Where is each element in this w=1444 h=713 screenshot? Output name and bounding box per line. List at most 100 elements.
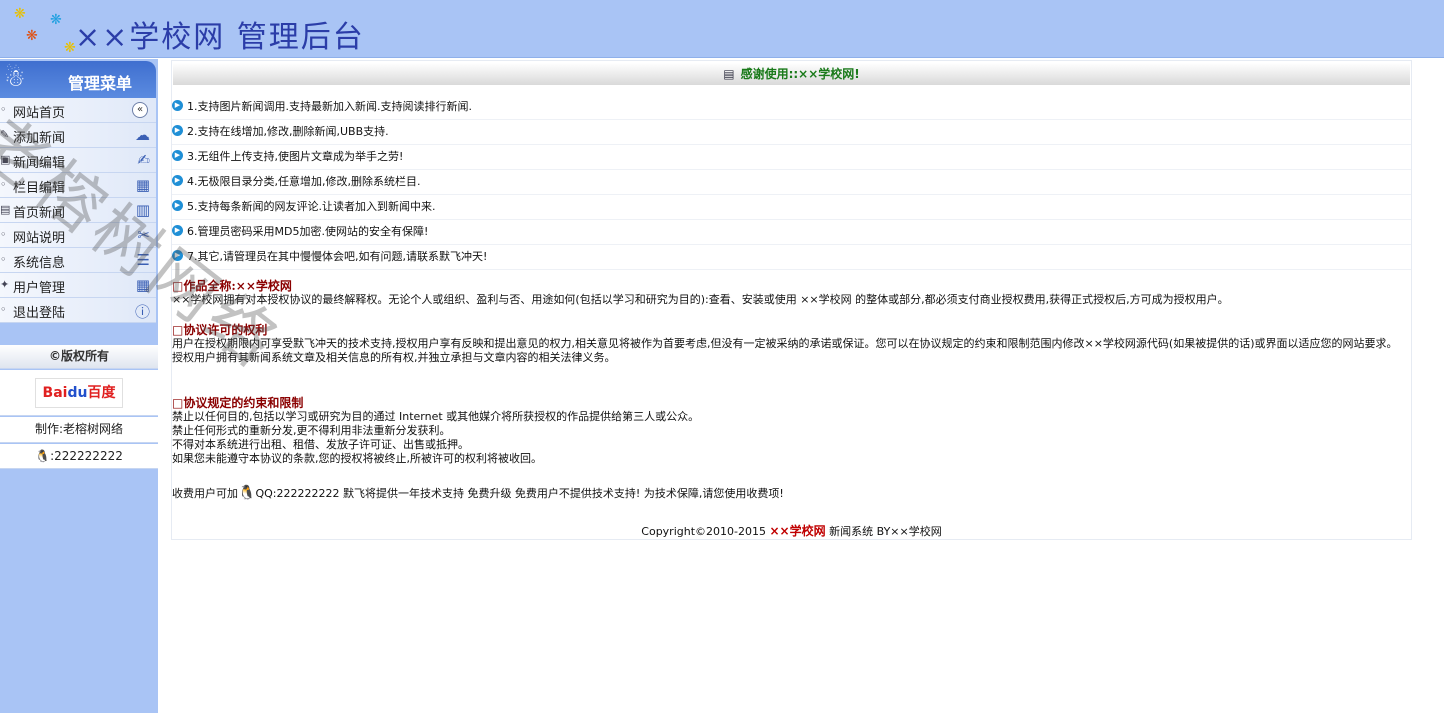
paw-icon: ❋ xyxy=(26,28,38,44)
collapse-icon[interactable]: « xyxy=(132,102,148,118)
arrow-bullet-icon: ▶ xyxy=(172,250,183,261)
section-text: 如果您未能遵守本协议的条款,您的授权将被终止,所被许可的权利将被收回。 xyxy=(172,452,542,465)
header-bar: ❋ ❋ ❋ ❋ ××学校网 管理后台 xyxy=(0,0,1444,58)
sidebar-item-home[interactable]: ◦ 网站首页 « xyxy=(0,98,156,123)
sidebar-item-label: 系统信息 xyxy=(13,256,66,271)
footer-suffix: 新闻系统 BY××学校网 xyxy=(829,525,942,538)
page-icon: ▥ xyxy=(135,201,150,219)
sidebar-item-label: 新闻编辑 xyxy=(13,156,66,171)
bullet-icon: ◦ xyxy=(0,103,7,116)
footer-brand-link[interactable]: ××学校网 xyxy=(770,524,826,538)
feature-text: 6.管理员密码采用MD5加密.使网站的安全有保障! xyxy=(187,225,429,238)
sidebar-item-home-news[interactable]: ▤ 首页新闻 ▥ xyxy=(0,198,156,223)
sidebar-item-label: 添加新闻 xyxy=(13,131,66,146)
list-item: ▶ 5.支持每条新闻的网友评论.让读者加入到新闻中来. xyxy=(172,195,1411,220)
paw-icon: ❋ xyxy=(14,6,26,22)
feature-text: 5.支持每条新闻的网友评论.让读者加入到新闻中来. xyxy=(187,200,436,213)
sidebar-item-logout[interactable]: ◦ 退出登陆 ⓘ xyxy=(0,298,156,323)
folder-icon: ▦ xyxy=(135,176,150,194)
section-heading: □协议许可的权利 xyxy=(172,323,268,337)
calendar-icon: ▦ xyxy=(135,276,150,294)
paid-user-note: 收费用户可加🐧QQ:222222222 默飞将提供一年技术支持 免费升级 免费用… xyxy=(172,485,784,501)
bullet-icon: ▣ xyxy=(0,153,11,166)
menu-title: 管理菜单 xyxy=(68,74,133,93)
menu-list: ◦ 网站首页 « ✎ 添加新闻 ☁ ▣ 新闻编辑 ✍ ◦ 栏目编辑 ▦ ▤ 首页… xyxy=(0,98,156,323)
main-panel: ▤ 感谢使用::××学校网! ▶ 1.支持图片新闻调用.支持最新加入新闻.支持阅读排… xyxy=(171,60,1412,540)
bullet-icon: ✦ xyxy=(0,278,10,291)
paid-prefix: 收费用户可加 xyxy=(172,487,238,500)
feature-text: 2.支持在线增加,修改,删除新闻,UBB支持. xyxy=(187,125,389,138)
sidebar-item-label: 网站首页 xyxy=(13,106,66,121)
stack-icon: ☰ xyxy=(136,251,150,269)
arrow-bullet-icon: ▶ xyxy=(172,150,183,161)
bullet-icon: ▤ xyxy=(0,203,11,216)
sidebar-item-user-admin[interactable]: ✦ 用户管理 ▦ xyxy=(0,273,156,298)
copyright-header: ©版权所有 xyxy=(0,345,158,369)
sidebar-item-label: 退出登陆 xyxy=(13,306,66,321)
qq-contact[interactable]: 🐧:222222222 xyxy=(0,444,158,469)
bullet-icon: ◦ xyxy=(0,253,7,266)
bullet-icon: ◦ xyxy=(0,228,7,241)
arrow-bullet-icon: ▶ xyxy=(172,200,183,211)
bullet-icon: ◦ xyxy=(0,178,7,191)
menu-header: ☃ 管理菜单 xyxy=(0,61,156,98)
arrow-bullet-icon: ▶ xyxy=(172,175,183,186)
feature-text: 3.无组件上传支持,使图片文章成为举手之劳! xyxy=(187,150,404,163)
bullet-icon: ◦ xyxy=(0,303,7,316)
feature-text: 4.无极限目录分类,任意增加,修改,删除系统栏目. xyxy=(187,175,421,188)
section-heading: □作品全称:××学校网 xyxy=(172,279,292,293)
list-item: ▶ 2.支持在线增加,修改,删除新闻,UBB支持. xyxy=(172,120,1411,145)
list-item: ▶ 4.无极限目录分类,任意增加,修改,删除系统栏目. xyxy=(172,170,1411,195)
qq-penguin-icon: 🐧 xyxy=(35,449,51,463)
list-item: ▶ 6.管理员密码采用MD5加密.使网站的安全有保障! xyxy=(172,220,1411,245)
qq-number: :222222222 xyxy=(50,449,123,463)
sidebar-item-label: 网站说明 xyxy=(13,231,66,246)
license-section-rights: □协议许可的权利 用户在授权期限内可享受默飞冲天的技术支持,授权用户享有反映和提… xyxy=(172,323,1411,365)
paid-text: QQ:222222222 默飞将提供一年技术支持 免费升级 免费用户不提供技术支… xyxy=(255,487,784,500)
section-text: 授权用户拥有其新闻系统文章及相关信息的所有权,并独立承担与文章内容的相关法律义务… xyxy=(172,351,616,364)
page-title: ××学校网 管理后台 xyxy=(75,20,365,55)
license-section-restrictions: □协议规定的约束和限制 禁止以任何目的,包括以学习或研究为目的通过 Intern… xyxy=(172,396,1411,466)
sidebar-item-site-info[interactable]: ◦ 网站说明 ✂ xyxy=(0,223,156,248)
list-item: ▶ 1.支持图片新闻调用.支持最新加入新闻.支持阅读排行新闻. xyxy=(172,95,1411,120)
section-text: ××学校网拥有对本授权协议的最终解释权。无论个人或组织、盈利与否、用途如何(包括… xyxy=(172,293,1229,306)
thanks-text: 感谢使用::××学校网! xyxy=(740,67,860,81)
license-section-name: □作品全称:××学校网 ××学校网拥有对本授权协议的最终解释权。无论个人或组织、… xyxy=(172,279,1411,307)
edit-icon: ✍ xyxy=(137,151,150,169)
sidebar-item-system-info[interactable]: ◦ 系统信息 ☰ xyxy=(0,248,156,273)
arrow-bullet-icon: ▶ xyxy=(172,100,183,111)
cloud-icon: ☁ xyxy=(135,126,150,144)
section-text: 不得对本系统进行出租、租借、发放子许可证、出售或抵押。 xyxy=(172,438,469,451)
sidebar-item-column-edit[interactable]: ◦ 栏目编辑 ▦ xyxy=(0,173,156,198)
sidebar-item-label: 首页新闻 xyxy=(13,206,66,221)
sidebar: ☃ 管理菜单 ◦ 网站首页 « ✎ 添加新闻 ☁ ▣ 新闻编辑 ✍ ◦ 栏目编辑… xyxy=(0,59,158,713)
section-text: 禁止任何形式的重新分发,更不得利用非法重新分发获利。 xyxy=(172,424,451,437)
list-item: ▶ 7.其它,请管理员在其中慢慢体会吧,如有问题,请联系默飞冲天! xyxy=(172,245,1411,270)
footer-copyright: Copyright©2010-2015 xyxy=(641,525,766,538)
sidebar-item-label: 栏目编辑 xyxy=(13,181,66,196)
section-heading: □协议规定的约束和限制 xyxy=(172,396,304,410)
section-text: 禁止以任何目的,包括以学习或研究为目的通过 Internet 或其他媒介将所获授… xyxy=(172,410,700,423)
sidebar-item-add-news[interactable]: ✎ 添加新闻 ☁ xyxy=(0,123,156,148)
sidebar-item-label: 用户管理 xyxy=(13,281,66,296)
document-icon: ▤ xyxy=(723,67,735,81)
feature-text: 7.其它,请管理员在其中慢慢体会吧,如有问题,请联系默飞冲天! xyxy=(187,250,488,263)
feature-list: ▶ 1.支持图片新闻调用.支持最新加入新闻.支持阅读排行新闻. ▶ 2.支持在线增加… xyxy=(172,95,1411,270)
paw-icon: ❋ xyxy=(64,40,76,56)
arrow-bullet-icon: ▶ xyxy=(172,225,183,236)
bullet-icon: ✎ xyxy=(0,128,10,141)
users-icon: ☃ xyxy=(4,64,26,92)
info-icon: ⓘ xyxy=(134,303,150,321)
section-text: 用户在授权期限内可享受默飞冲天的技术支持,授权用户享有反映和提出意见的权力,相关… xyxy=(172,337,1398,350)
sidebar-item-edit-news[interactable]: ▣ 新闻编辑 ✍ xyxy=(0,148,156,173)
thanks-banner: ▤ 感谢使用::××学校网! xyxy=(173,63,1410,85)
qq-penguin-icon[interactable]: 🐧 xyxy=(238,485,255,501)
tools-icon: ✂ xyxy=(137,226,150,244)
baidu-link[interactable]: Baidu百度 xyxy=(0,370,158,416)
baidu-logo: Baidu百度 xyxy=(35,378,123,408)
list-item: ▶ 3.无组件上传支持,使图片文章成为举手之劳! xyxy=(172,145,1411,170)
feature-text: 1.支持图片新闻调用.支持最新加入新闻.支持阅读排行新闻. xyxy=(187,100,472,113)
arrow-bullet-icon: ▶ xyxy=(172,125,183,136)
logo-icons: ❋ ❋ ❋ ❋ xyxy=(10,4,80,58)
footer: Copyright©2010-2015 ××学校网 新闻系统 BY××学校网 xyxy=(172,522,1411,539)
